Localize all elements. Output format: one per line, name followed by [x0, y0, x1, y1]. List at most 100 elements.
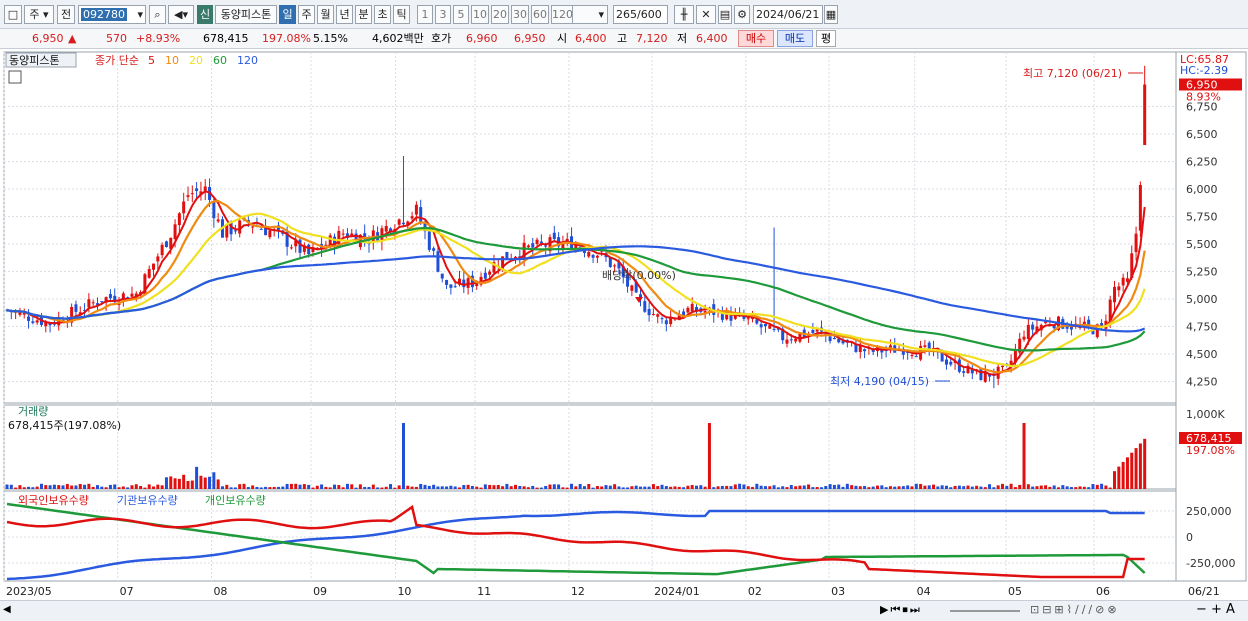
volume-bar — [337, 485, 341, 489]
interval-button-60[interactable]: 60 — [531, 5, 549, 24]
even-button[interactable]: 평 — [816, 30, 836, 47]
scroll-left-icon[interactable]: ◀ — [3, 604, 15, 618]
volume-bar — [621, 487, 625, 489]
candle-body — [130, 293, 134, 297]
candle-body — [427, 231, 431, 250]
volume-bar — [1087, 487, 1091, 489]
volume-bar — [173, 478, 177, 489]
prefix-button[interactable]: 전 — [57, 5, 75, 24]
volume-bar — [690, 485, 694, 489]
volume-bar — [888, 486, 892, 489]
interval-button-3[interactable]: 3 — [435, 5, 451, 24]
volume-bar — [496, 485, 500, 489]
period-button-0[interactable]: 일 — [279, 5, 296, 24]
volume-bar — [423, 484, 427, 489]
volume-bar — [130, 485, 134, 489]
candle-body — [432, 248, 436, 251]
count-total: /600 — [637, 8, 662, 21]
period-button-4[interactable]: 분 — [355, 5, 372, 24]
candle-body — [910, 354, 914, 356]
current-price: 6,950 — [32, 32, 64, 45]
gear-icon[interactable]: ⚙ — [734, 5, 750, 24]
ma-line-10 — [6, 199, 1146, 374]
candle-body — [535, 239, 539, 245]
zoom-slider[interactable] — [950, 610, 1020, 612]
volume-bar — [1022, 423, 1026, 489]
x-tick-label: 08 — [213, 585, 227, 598]
candle-body — [768, 325, 772, 329]
candle-body — [888, 345, 892, 348]
foreign-line — [6, 504, 1145, 579]
interval-button-20[interactable]: 20 — [491, 5, 509, 24]
candle-body — [182, 201, 186, 214]
stock-chart[interactable]: 6,7506,5006,2506,0005,7505,5005,2505,000… — [0, 49, 1248, 600]
volume-bar — [531, 485, 535, 489]
bid-price: 6,950 — [514, 32, 546, 45]
speaker-icon[interactable]: ◀▾ — [168, 5, 194, 24]
turnover-rate: 5.15% — [313, 32, 348, 45]
volume-bar — [39, 483, 43, 489]
interval-button-30[interactable]: 30 — [511, 5, 529, 24]
candle-icon[interactable]: ╫ — [674, 5, 694, 24]
candle-body — [1134, 233, 1138, 253]
volume-bar — [815, 487, 819, 489]
period-button-6[interactable]: 틱 — [393, 5, 410, 24]
buy-button[interactable]: 매수 — [738, 30, 774, 47]
interval-button-1[interactable]: 1 — [417, 5, 433, 24]
volume-bar — [419, 483, 423, 489]
blank-select[interactable]: ▾ — [572, 5, 608, 24]
volume-bar — [384, 486, 388, 489]
candle-body — [160, 244, 164, 256]
playback-controls[interactable]: ▶⏮⏹⏭ — [880, 603, 922, 617]
period-button-1[interactable]: 주 — [298, 5, 315, 24]
tool-icons[interactable]: ⊡⊟⊞⌇∕∕∕⊘⊗ — [1030, 603, 1120, 616]
interval-button-10[interactable]: 10 — [471, 5, 489, 24]
market-select[interactable]: 주 ▾ — [24, 5, 54, 24]
volume-bar — [440, 486, 444, 489]
volume-bar — [169, 476, 173, 489]
date-field[interactable]: 2024/06/21 — [753, 5, 823, 24]
period-button-2[interactable]: 월 — [317, 5, 334, 24]
high-note: 최고 7,120 (06/21) — [1023, 67, 1122, 80]
candle-body — [587, 251, 591, 257]
volume-bar — [406, 485, 410, 489]
cross-icon[interactable]: ✕ — [696, 5, 716, 24]
save-icon[interactable]: ▤ — [718, 5, 732, 24]
volume-bar — [302, 484, 306, 489]
volume-bar — [104, 487, 108, 489]
search-icon[interactable]: ⌕ — [149, 5, 166, 24]
volume-bar — [957, 485, 961, 489]
interval-button-5[interactable]: 5 — [453, 5, 469, 24]
zoom-buttons[interactable]: − + A — [1196, 602, 1235, 617]
volume-bar — [14, 487, 18, 489]
stock-name[interactable]: 동양피스톤 — [215, 5, 277, 24]
x-tick-label: 06 — [1096, 585, 1110, 598]
volume-bar — [1104, 485, 1108, 489]
volume-bar — [251, 485, 255, 489]
period-button-3[interactable]: 년 — [336, 5, 353, 24]
volume-bar — [1044, 485, 1048, 489]
volume-bar — [276, 486, 280, 489]
period-button-5[interactable]: 초 — [374, 5, 391, 24]
code-input[interactable]: 092780 ▾ — [78, 5, 146, 24]
volume-bar — [1018, 484, 1022, 489]
chart-scrollbar[interactable]: ◀ ▶⏮⏹⏭ ⊡⊟⊞⌇∕∕∕⊘⊗ − + A — [0, 600, 1248, 621]
volume-bar — [1057, 487, 1061, 489]
candle-body — [1026, 324, 1030, 340]
candle-body — [1031, 324, 1035, 330]
volume-bar — [962, 486, 966, 489]
holding-legend-1: 기관보유수량 — [117, 494, 178, 507]
sell-button[interactable]: 매도 — [777, 30, 813, 47]
holding-legend-2: 개인보유수량 — [205, 494, 266, 507]
calendar-icon[interactable]: ▦ — [824, 5, 838, 24]
volume-value: 678,415 — [203, 32, 249, 45]
chart-type-icon[interactable]: □ — [4, 5, 22, 24]
count-field[interactable]: 265/600 — [613, 5, 668, 24]
candle-body — [440, 273, 444, 279]
volume-bar — [1143, 438, 1147, 489]
volume-bar — [164, 477, 168, 489]
volume-bar — [638, 486, 642, 489]
interval-button-120[interactable]: 120 — [551, 5, 573, 24]
volume-bar — [707, 423, 711, 489]
volume-bar — [462, 485, 466, 489]
